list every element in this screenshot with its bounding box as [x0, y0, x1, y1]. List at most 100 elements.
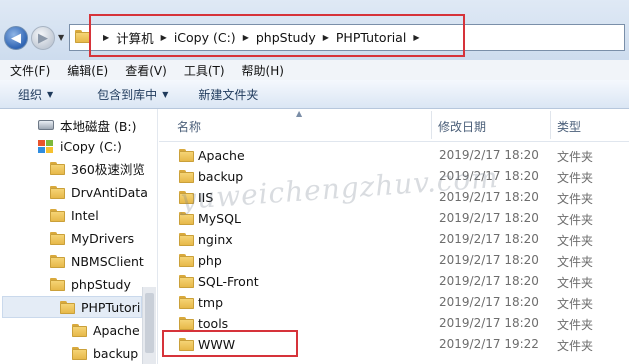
- nav-scrollbar[interactable]: [142, 287, 156, 364]
- nav-item-label: PHPTutorial: [81, 299, 141, 315]
- nav-item-folder[interactable]: Apache: [72, 319, 140, 341]
- file-row[interactable]: php 2019/2/17 18:20 文件夹: [159, 250, 629, 271]
- nav-item-label: Apache: [93, 322, 140, 338]
- file-name: tmp: [198, 295, 224, 310]
- file-modified: 2019/2/17 18:20: [439, 316, 539, 330]
- file-modified: 2019/2/17 18:20: [439, 232, 539, 246]
- nav-item-folder[interactable]: phpStudy: [50, 273, 131, 295]
- nav-item-drive-c[interactable]: iCopy (C:): [38, 135, 122, 157]
- file-row[interactable]: backup 2019/2/17 18:20 文件夹: [159, 166, 629, 187]
- file-type: 文件夹: [557, 297, 594, 311]
- windows-drive-icon: [38, 139, 54, 153]
- nav-item-label: Intel: [71, 207, 99, 223]
- column-header-type[interactable]: 类型: [557, 118, 581, 135]
- file-type: 文件夹: [557, 234, 594, 248]
- scrollbar-thumb[interactable]: [145, 293, 154, 353]
- arrow-left-icon: ◀: [11, 30, 21, 46]
- file-row[interactable]: tmp 2019/2/17 18:20 文件夹: [159, 292, 629, 313]
- nav-item-drive-b[interactable]: 本地磁盘 (B:): [38, 114, 137, 136]
- folder-icon: [72, 323, 87, 337]
- file-row[interactable]: nginx 2019/2/17 18:20 文件夹: [159, 229, 629, 250]
- annotation-highlight-box: [162, 330, 298, 357]
- nav-item-folder[interactable]: backup: [72, 342, 138, 364]
- column-header-modified[interactable]: 修改日期: [438, 118, 486, 135]
- menu-tools[interactable]: 工具(T): [184, 62, 225, 79]
- file-modified: 2019/2/17 18:20: [439, 169, 539, 183]
- file-type: 文件夹: [557, 318, 594, 332]
- nav-item-folder[interactable]: DrvAntiData: [50, 181, 148, 203]
- column-header-row: ▲ 名称 修改日期 类型: [159, 109, 629, 142]
- nav-item-label: 360极速浏览: [71, 161, 145, 177]
- menu-bar: 文件(F) 编辑(E) 查看(V) 工具(T) 帮助(H): [0, 60, 629, 80]
- file-type: 文件夹: [557, 171, 594, 185]
- file-type: 文件夹: [557, 150, 594, 164]
- file-type: 文件夹: [557, 213, 594, 227]
- folder-icon: [179, 317, 194, 330]
- file-name: Apache: [198, 148, 245, 163]
- new-folder-label: 新建文件夹: [198, 87, 259, 102]
- file-modified: 2019/2/17 18:20: [439, 274, 539, 288]
- menu-view[interactable]: 查看(V): [125, 62, 167, 79]
- file-modified: 2019/2/17 18:20: [439, 253, 539, 267]
- folder-icon: [50, 208, 65, 222]
- folder-icon: [179, 233, 194, 246]
- nav-item-selected-folder[interactable]: PHPTutorial: [2, 296, 142, 318]
- include-in-library-button[interactable]: 包含到库中 ▼: [97, 86, 168, 103]
- folder-icon: [50, 277, 65, 291]
- file-name: MySQL: [198, 211, 241, 226]
- forward-button[interactable]: ▶: [31, 26, 55, 50]
- file-modified: 2019/2/17 18:20: [439, 211, 539, 225]
- file-name: backup: [198, 169, 244, 184]
- organize-label: 组织: [18, 87, 43, 102]
- folder-icon: [179, 254, 194, 267]
- folder-icon: [179, 149, 194, 162]
- folder-icon: [50, 161, 65, 175]
- folder-icon: [179, 170, 194, 183]
- file-row[interactable]: Apache 2019/2/17 18:20 文件夹: [159, 145, 629, 166]
- folder-icon: [179, 191, 194, 204]
- file-modified: 2019/2/17 18:20: [439, 148, 539, 162]
- folder-icon: [50, 254, 65, 268]
- include-in-library-label: 包含到库中: [97, 87, 158, 102]
- navigation-pane: 本地磁盘 (B:) iCopy (C:) 360极速浏览 DrvAntiData…: [0, 109, 158, 364]
- address-bar-area: ◀ ▶ ▼ ▶ 计算机 ▶ iCopy (C:) ▶ phpStudy ▶ PH…: [0, 0, 629, 60]
- file-list: ▲ 名称 修改日期 类型 Apache 2019/2/17 18:20 文件夹 …: [159, 109, 629, 364]
- file-modified: 2019/2/17 19:22: [439, 337, 539, 351]
- nav-item-folder[interactable]: NBMSClient: [50, 250, 144, 272]
- file-type: 文件夹: [557, 339, 594, 353]
- file-type: 文件夹: [557, 276, 594, 290]
- file-row[interactable]: SQL-Front 2019/2/17 18:20 文件夹: [159, 271, 629, 292]
- folder-icon: [179, 296, 194, 309]
- command-toolbar: 组织 ▼ 包含到库中 ▼ 新建文件夹: [0, 80, 629, 109]
- back-button[interactable]: ◀: [4, 26, 28, 50]
- nav-item-label: 本地磁盘 (B:): [60, 118, 137, 134]
- column-divider[interactable]: [550, 111, 551, 139]
- new-folder-button[interactable]: 新建文件夹: [198, 86, 258, 103]
- menu-edit[interactable]: 编辑(E): [67, 62, 108, 79]
- file-modified: 2019/2/17 18:20: [439, 190, 539, 204]
- nav-item-folder[interactable]: 360极速浏览: [50, 157, 145, 179]
- file-row[interactable]: MySQL 2019/2/17 18:20 文件夹: [159, 208, 629, 229]
- sort-ascending-icon: ▲: [296, 109, 303, 118]
- column-header-name[interactable]: 名称: [177, 118, 201, 135]
- nav-item-label: backup: [93, 345, 139, 361]
- annotation-highlight-box: [89, 14, 465, 57]
- nav-item-label: iCopy (C:): [60, 138, 122, 154]
- chevron-down-icon: ▼: [47, 89, 54, 99]
- folder-icon: [60, 300, 75, 314]
- menu-file[interactable]: 文件(F): [10, 62, 50, 79]
- nav-item-folder[interactable]: Intel: [50, 204, 99, 226]
- nav-item-label: DrvAntiData: [71, 184, 148, 200]
- folder-icon: [179, 275, 194, 288]
- folder-icon: [72, 346, 87, 360]
- file-name: IIS: [198, 190, 214, 205]
- recent-pages-button[interactable]: ▼: [58, 33, 64, 42]
- file-row[interactable]: IIS 2019/2/17 18:20 文件夹: [159, 187, 629, 208]
- file-name: SQL-Front: [198, 274, 259, 289]
- chevron-down-icon: ▼: [162, 89, 169, 99]
- column-divider[interactable]: [431, 111, 432, 139]
- organize-button[interactable]: 组织 ▼: [18, 86, 53, 103]
- menu-help[interactable]: 帮助(H): [242, 62, 284, 79]
- nav-item-folder[interactable]: MyDrivers: [50, 227, 134, 249]
- nav-item-label: MyDrivers: [71, 230, 135, 246]
